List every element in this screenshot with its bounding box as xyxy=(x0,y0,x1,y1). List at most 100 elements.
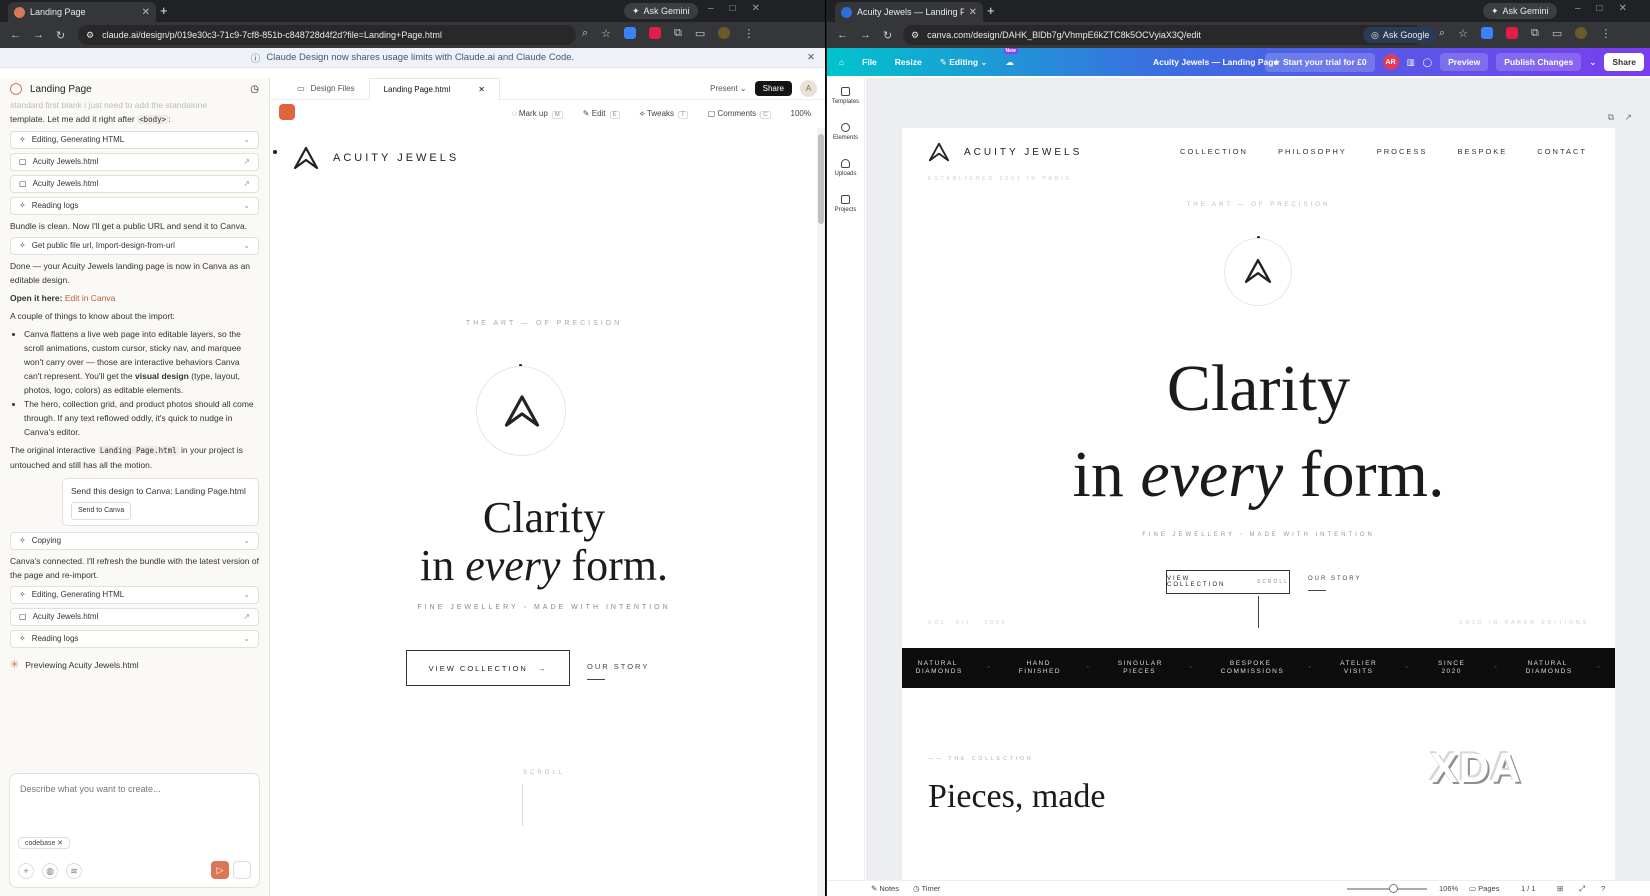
timer-button[interactable]: ◷ Timer xyxy=(913,884,940,893)
reload-icon[interactable]: ↻ xyxy=(883,29,892,42)
browser-tab-canva[interactable]: Acuity Jewels — Landing Page ✕ xyxy=(835,2,983,22)
share-button[interactable]: Share xyxy=(1604,53,1644,71)
sidepanel-icon[interactable]: ▭ xyxy=(695,27,705,40)
nav-process[interactable]: PROCESS xyxy=(1377,147,1428,156)
bookmark-star-icon[interactable]: ☆ xyxy=(601,27,611,40)
view-collection-button[interactable]: VIEW COLLECTION SCROLL xyxy=(1166,570,1290,594)
notes-button[interactable]: ✎ Notes xyxy=(871,884,899,893)
send-to-canva-button[interactable]: Send to Canva xyxy=(71,502,132,520)
nav-collection[interactable]: COLLECTION xyxy=(1180,147,1248,156)
share-button[interactable]: Share xyxy=(754,81,792,96)
tab-landing-page[interactable]: Landing Page.html ✕ xyxy=(368,77,500,100)
back-arrow-icon[interactable]: ← xyxy=(10,29,21,42)
nav-bespoke[interactable]: BESPOKE xyxy=(1457,147,1507,156)
editing-mode-dropdown[interactable]: ✎ Editing ⌄ xyxy=(940,57,988,68)
bookmark-star-icon[interactable]: ☆ xyxy=(1458,27,1468,40)
preview-button[interactable]: Preview xyxy=(1440,53,1489,71)
zoom-slider[interactable] xyxy=(1347,884,1427,893)
our-story-link[interactable]: OUR STORY xyxy=(1308,576,1361,591)
extension-red-icon[interactable] xyxy=(649,27,662,39)
globe-icon[interactable]: ◍ xyxy=(42,863,58,879)
ask-gemini-button[interactable]: ✦ Ask Gemini xyxy=(1483,3,1557,19)
fullscreen-icon[interactable]: ⤢ xyxy=(1579,884,1585,894)
view-collection-button[interactable]: VIEW COLLECTION → xyxy=(406,650,570,686)
extensions-puzzle-icon[interactable]: ⧉ xyxy=(1531,27,1539,40)
stop-icon[interactable] xyxy=(233,861,251,879)
prompt-composer[interactable]: Describe what you want to create... code… xyxy=(9,773,260,888)
profile-avatar-icon[interactable] xyxy=(718,27,731,39)
comment-icon[interactable]: ◯ xyxy=(1423,57,1433,68)
tool-call-editing[interactable]: ✧ Editing, Generating HTML ⌄ xyxy=(10,586,259,604)
add-attachment-icon[interactable]: + xyxy=(18,863,34,879)
preview-scrollbar[interactable] xyxy=(817,128,825,896)
window-controls-icon[interactable]: –□✕ xyxy=(1575,3,1643,14)
extension-red-icon[interactable] xyxy=(1506,27,1519,39)
file-card[interactable]: ▢ Acuity Jewels.html ↗ xyxy=(10,175,259,193)
home-icon[interactable]: ⌂ xyxy=(839,57,844,67)
file-card[interactable]: ▢ Acuity Jewels.html ↗ xyxy=(10,153,259,171)
markup-tool[interactable]: ◌ Mark up M xyxy=(512,109,563,119)
history-icon[interactable]: ◷ xyxy=(250,84,259,95)
extension-blue-icon[interactable] xyxy=(1481,27,1494,39)
close-tab-icon[interactable]: ✕ xyxy=(969,7,977,18)
profile-avatar-icon[interactable] xyxy=(1575,27,1588,39)
window-controls-icon[interactable]: –□✕ xyxy=(708,3,776,14)
address-bar[interactable]: ⚙ canva.com/design/DAHK_BlDb7g/VhmpE6kZT… xyxy=(903,25,1423,45)
close-tab-icon[interactable]: ✕ xyxy=(478,85,485,94)
site-info-icon[interactable]: ⚙ xyxy=(86,30,94,41)
tool-call-import[interactable]: ✧ Get public file url, Import-design-from… xyxy=(10,237,259,255)
menu-kebab-icon[interactable]: ⋮ xyxy=(1600,27,1611,40)
help-icon[interactable]: ? xyxy=(1601,884,1605,893)
nav-contact[interactable]: CONTACT xyxy=(1537,147,1587,156)
address-bar[interactable]: ⚙ claude.ai/design/p/019e30c3-71c9-7cf8-… xyxy=(78,25,576,45)
resize-menu[interactable]: Resize xyxy=(895,57,922,67)
sidebar-item-uploads[interactable]: Uploads xyxy=(827,150,864,186)
file-menu[interactable]: File xyxy=(862,57,877,67)
browser-tab-landing-page[interactable]: Landing Page ✕ xyxy=(8,2,156,22)
ask-gemini-button[interactable]: ✦ Ask Gemini xyxy=(624,3,698,19)
grid-view-icon[interactable]: ⊞ xyxy=(1557,884,1563,893)
forward-arrow-icon[interactable]: → xyxy=(860,29,871,42)
edit-tool[interactable]: ✎ Edit E xyxy=(583,109,620,119)
zoom-level[interactable]: 100% xyxy=(791,109,811,119)
zoom-level[interactable]: 106% xyxy=(1439,884,1458,893)
comments-tool[interactable]: ▢ Comments C xyxy=(708,109,771,119)
document-title[interactable]: Acuity Jewels — Landing Page xyxy=(1153,57,1278,67)
reload-icon[interactable]: ↻ xyxy=(56,29,65,42)
close-tab-icon[interactable]: ✕ xyxy=(142,7,150,18)
extensions-puzzle-icon[interactable]: ⧉ xyxy=(674,27,682,40)
tool-call-copying[interactable]: ✧ Copying ⌄ xyxy=(10,532,259,550)
pages-button[interactable]: ▭ Pages xyxy=(1469,884,1499,893)
codebase-chip[interactable]: codebase ✕ xyxy=(18,837,71,849)
forward-arrow-icon[interactable]: → xyxy=(33,29,44,42)
ask-google-button[interactable]: ◎ Ask Google xyxy=(1363,27,1438,43)
nav-philosophy[interactable]: PHILOSOPHY xyxy=(1278,147,1347,156)
zoom-icon[interactable]: ⌕ xyxy=(1439,27,1445,40)
menu-kebab-icon[interactable]: ⋮ xyxy=(743,27,754,40)
tool-call-editing[interactable]: ✧ Editing, Generating HTML ⌄ xyxy=(10,131,259,149)
user-avatar[interactable]: AR xyxy=(1382,54,1399,70)
tweaks-tool[interactable]: ⟡ Tweaks T xyxy=(640,109,688,119)
voice-icon[interactable]: ≋ xyxy=(66,863,82,879)
tool-call-reading-logs[interactable]: ✧ Reading logs ⌄ xyxy=(10,630,259,648)
extension-blue-icon[interactable] xyxy=(624,27,637,39)
start-trial-button[interactable]: ★ Start your trial for £0 xyxy=(1265,52,1375,72)
sidepanel-icon[interactable]: ▭ xyxy=(1552,27,1562,40)
tab-design-files[interactable]: ▭ Design Files xyxy=(283,78,369,100)
new-tab-icon[interactable]: + xyxy=(160,3,168,18)
new-tab-icon[interactable]: + xyxy=(987,3,995,18)
publish-options-chevron-icon[interactable]: ⌄ xyxy=(1589,57,1596,68)
duplicate-page-icon[interactable]: ⧉ xyxy=(1608,112,1614,123)
back-arrow-icon[interactable]: ← xyxy=(837,29,848,42)
site-info-icon[interactable]: ⚙ xyxy=(911,30,919,41)
user-avatar[interactable]: A xyxy=(800,80,817,97)
tool-call-reading-logs[interactable]: ✧ Reading logs ⌄ xyxy=(10,197,259,215)
edit-in-canva-link[interactable]: Edit in Canva xyxy=(65,293,116,303)
sidebar-item-elements[interactable]: Elements xyxy=(827,114,864,150)
insights-chart-icon[interactable]: ▥ xyxy=(1407,57,1415,68)
sidebar-item-projects[interactable]: Projects xyxy=(827,186,864,222)
present-button[interactable]: Present ⌄ xyxy=(710,84,747,93)
cloud-sync-icon[interactable]: ☁ New xyxy=(1003,47,1018,68)
send-icon[interactable]: ▷ xyxy=(211,861,229,879)
close-banner-icon[interactable]: ✕ xyxy=(807,52,815,63)
